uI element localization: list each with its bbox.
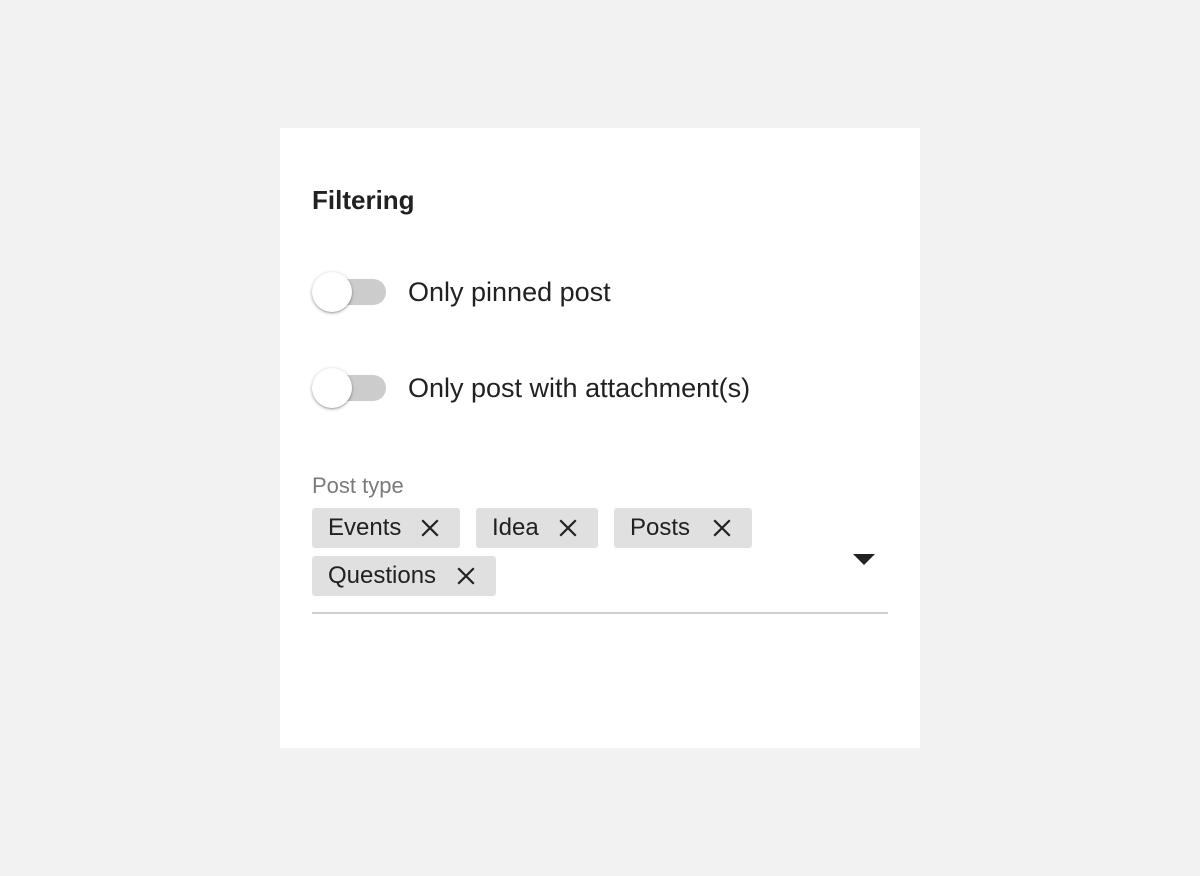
post-type-select[interactable]: Post type Events Idea Posts Questions [312,468,888,614]
chip-label: Questions [328,562,437,589]
post-type-label: Post type [312,473,404,498]
chip-idea: Idea [476,508,598,548]
chip-events: Events [312,508,460,548]
chip-questions: Questions [312,556,496,596]
pinned-post-label: Only pinned post [408,277,611,307]
toggle-row-pinned: Only pinned post [312,272,611,312]
filter-panel: Filtering Only pinned post Only post wit… [280,128,920,748]
pinned-post-switch[interactable] [312,272,386,312]
chip-label: Events [328,514,402,541]
close-icon[interactable] [702,508,742,548]
panel-title: Filtering [312,185,415,215]
switch-thumb[interactable] [312,272,352,312]
close-icon[interactable] [446,556,486,596]
chip-label: Idea [492,514,539,541]
chip-label: Posts [630,514,691,541]
toggle-row-attachments: Only post with attachment(s) [312,368,750,408]
chip-posts: Posts [614,508,752,548]
close-icon[interactable] [548,508,588,548]
close-icon[interactable] [410,508,450,548]
attachment-post-label: Only post with attachment(s) [408,373,751,403]
attachment-post-switch[interactable] [312,368,386,408]
caret-down-icon[interactable] [852,548,876,572]
switch-thumb[interactable] [312,368,352,408]
